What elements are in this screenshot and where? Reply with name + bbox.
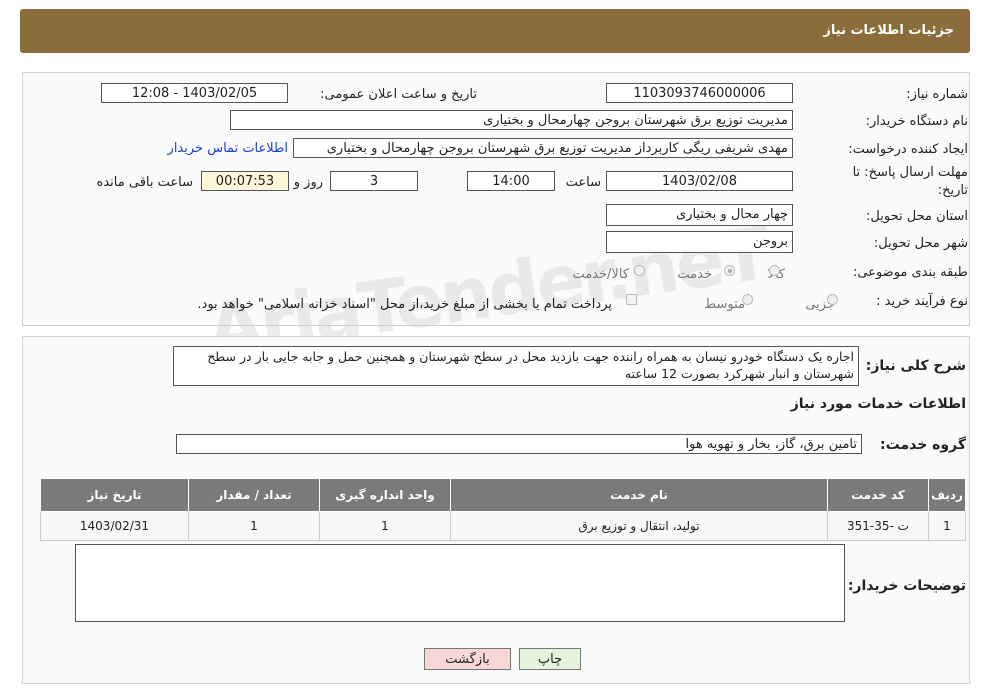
category-label: طبقه بندی موضوعی: — [852, 265, 968, 280]
category-option-both-label: کالا/خدمت — [572, 267, 629, 282]
deadline-label-date: تاریخ: — [937, 183, 968, 198]
remaining-time-field: 00:07:53 — [201, 171, 289, 191]
cell-service-name: تولید، انتقال و توزیع برق — [450, 511, 828, 541]
creator-field: مهدی شریفی ریگی کاربرداز مدیریت توزیع بر… — [293, 138, 793, 158]
category-option-service-label: خدمت — [677, 267, 712, 282]
col-header-name: نام خدمت — [450, 478, 828, 512]
cell-unit: 1 — [319, 511, 451, 541]
process-type-label: نوع فرآیند خرید : — [876, 294, 968, 309]
col-header-unit: واحد اندازه گیری — [319, 478, 451, 512]
col-header-code: کد خدمت — [827, 478, 929, 512]
province-label: استان محل تحویل: — [866, 209, 968, 224]
buyer-org-field: مدیریت توزیع برق شهرستان بروجن چهارمحال … — [230, 110, 793, 130]
city-field: بروجن — [606, 231, 793, 253]
need-number-field: 1103093746000006 — [606, 83, 793, 103]
process-option-minor-radio[interactable] — [827, 294, 838, 305]
services-table: ردیف کد خدمت نام خدمت واحد اندازه گیری ت… — [40, 478, 966, 541]
description-textarea[interactable]: اجاره یک دستگاه خودرو نیسان به همراه ران… — [173, 346, 859, 386]
province-field: چهار محال و بختیاری — [606, 204, 793, 226]
category-option-service-radio[interactable] — [724, 265, 735, 276]
treasury-payment-note: پرداخت تمام یا بخشی از مبلغ خرید،از محل … — [197, 297, 612, 312]
col-header-date: تاریخ نیاز — [40, 478, 189, 512]
description-label: شرح کلی نیاز: — [865, 358, 966, 374]
deadline-date-field: 1403/02/08 — [606, 171, 793, 191]
table-row: 1 ت -35-351 تولید، انتقال و توزیع برق 1 … — [40, 511, 966, 541]
need-number-label: شماره نیاز: — [906, 87, 968, 102]
deadline-time-label: ساعت — [565, 175, 601, 190]
services-section-title: اطلاعات خدمات مورد نیاز — [790, 396, 966, 412]
print-button[interactable]: چاپ — [519, 648, 581, 670]
page-header: جزئیات اطلاعات نیاز — [20, 9, 970, 53]
process-option-medium-radio[interactable] — [742, 294, 753, 305]
buyer-notes-label: توضیحات خریدار: — [847, 578, 966, 594]
deadline-label: مهلت ارسال پاسخ: تا — [852, 165, 968, 180]
buyer-contact-link[interactable]: اطلاعات تماس خریدار — [168, 141, 288, 156]
table-header-row: ردیف کد خدمت نام خدمت واحد اندازه گیری ت… — [40, 478, 966, 512]
remaining-days-field: 3 — [330, 171, 418, 191]
category-option-goods-radio[interactable] — [769, 265, 780, 276]
city-label: شهر محل تحویل: — [873, 236, 968, 251]
cell-row-number: 1 — [928, 511, 966, 541]
announce-datetime-field: 1403/02/05 - 12:08 — [101, 83, 288, 103]
cell-quantity: 1 — [188, 511, 320, 541]
cell-need-date: 1403/02/31 — [40, 511, 189, 541]
cell-service-code: ت -35-351 — [827, 511, 929, 541]
remaining-label: ساعت باقی مانده — [96, 175, 193, 190]
col-header-qty: تعداد / مقدار — [188, 478, 320, 512]
col-header-row: ردیف — [928, 478, 966, 512]
service-group-field: تامین برق، گاز، بخار و تهویه هوا — [176, 434, 862, 454]
category-option-both-radio[interactable] — [634, 265, 645, 276]
service-group-label: گروه خدمت: — [880, 437, 966, 453]
creator-label: ایجاد کننده درخواست: — [848, 142, 968, 157]
treasury-payment-checkbox[interactable] — [626, 294, 637, 305]
process-option-medium-label: متوسط — [704, 297, 745, 312]
page-title: جزئیات اطلاعات نیاز — [823, 23, 954, 38]
days-label: روز و — [293, 175, 323, 190]
back-button[interactable]: بازگشت — [424, 648, 511, 670]
buyer-notes-textarea[interactable] — [75, 544, 845, 622]
deadline-time-field: 14:00 — [467, 171, 555, 191]
buyer-org-label: نام دستگاه خریدار: — [865, 114, 968, 129]
announce-datetime-label: تاریخ و ساعت اعلان عمومی: — [320, 87, 477, 102]
